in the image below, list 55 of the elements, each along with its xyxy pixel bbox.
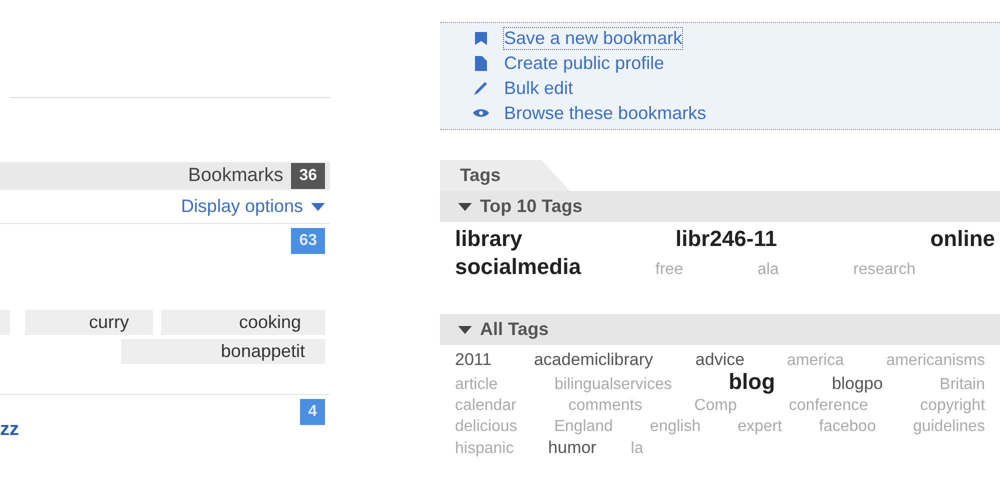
tag-link[interactable]: calendar [455, 397, 516, 414]
section-header[interactable]: All Tags [440, 314, 1000, 345]
tag-link[interactable]: hispanic [455, 440, 514, 457]
bookmark-icon [472, 30, 490, 47]
bookmark-title-link[interactable]: zz [0, 419, 19, 441]
tag-link[interactable]: blog [728, 369, 776, 394]
caret-down-icon [458, 326, 472, 334]
tag-link[interactable]: free [655, 261, 683, 278]
page-icon [472, 55, 490, 72]
tag-link[interactable]: library [455, 226, 522, 251]
section-title: All Tags [480, 319, 549, 340]
tag-link[interactable]: socialmedia [455, 254, 581, 279]
tag-link[interactable]: libr246-11 [675, 226, 777, 251]
section-header[interactable]: Top 10 Tags [440, 191, 1000, 222]
action-link[interactable]: Save a new bookmark [504, 28, 682, 49]
tag-link[interactable]: cooking [161, 310, 325, 335]
save-count: 63 [291, 228, 325, 254]
caret-icon [311, 202, 325, 210]
caret-down-icon [458, 202, 472, 210]
tag-link[interactable]: comments [568, 397, 642, 414]
tag-link[interactable]: english [650, 418, 701, 435]
tag-link[interactable]: article [455, 376, 498, 393]
tag-link[interactable]: research [853, 261, 916, 278]
tag-link[interactable]: bonappetit [121, 339, 325, 364]
tag-link[interactable]: copyright [920, 397, 986, 414]
tag-link[interactable]: conference [788, 397, 868, 414]
tag-link[interactable]: Comp [694, 397, 737, 414]
tag-link[interactable]: 2011 [455, 350, 492, 369]
tag-link[interactable]: delicious [455, 418, 518, 435]
tag-link[interactable]: faceboo [819, 418, 876, 435]
tags-tab[interactable]: Tags [440, 160, 570, 191]
save-count: 4 [300, 399, 325, 425]
display-options-link[interactable]: Display options [180, 196, 325, 223]
tag-link[interactable]: blogpo [832, 374, 883, 393]
bookmarks-count: 36 [291, 163, 325, 189]
tag-link[interactable]: advice [695, 350, 745, 369]
bookmarks-label: Bookmarks [188, 165, 284, 187]
tag-link[interactable]: expert [738, 418, 782, 435]
tag-link[interactable]: curry [25, 310, 153, 335]
tag-link[interactable]: guidelines [912, 418, 985, 435]
tag-link[interactable]: ala [757, 261, 779, 278]
tag-link[interactable]: Britain [940, 376, 985, 393]
section-title: Top 10 Tags [480, 196, 582, 217]
tag-link[interactable]: academiclibrary [534, 350, 654, 369]
tag-link[interactable]: america [786, 352, 844, 369]
action-link[interactable]: Bulk edit [504, 78, 574, 99]
tag-link[interactable]: online [930, 226, 995, 251]
action-link[interactable]: Create public profile [504, 53, 664, 74]
tag-link[interactable]: la [630, 440, 644, 457]
tag-link[interactable]: americanisms [886, 352, 985, 369]
pencil-icon [472, 80, 490, 97]
tag-link[interactable]: humor [548, 438, 596, 457]
action-link[interactable]: Browse these bookmarks [504, 103, 706, 124]
tag-link[interactable]: bilingualservices [554, 376, 672, 393]
tag-link[interactable]: England [554, 418, 613, 435]
